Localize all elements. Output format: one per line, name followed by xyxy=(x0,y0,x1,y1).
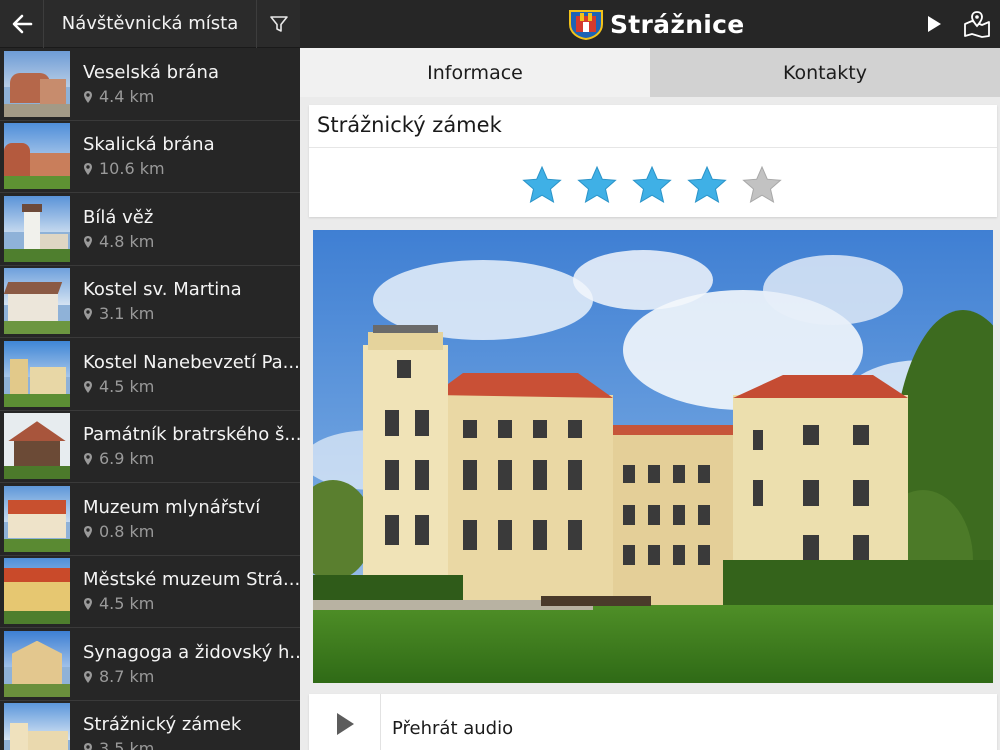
place-distance: 0.8 km xyxy=(99,521,155,541)
filter-button[interactable] xyxy=(256,0,300,48)
place-name: Památník bratrského š... xyxy=(83,424,300,446)
back-button[interactable] xyxy=(0,0,44,48)
coat-of-arms-icon xyxy=(569,10,603,40)
app-title: Strážnice xyxy=(610,9,745,39)
list-item[interactable]: Veselská brána 4.4 km xyxy=(0,48,300,121)
list-item[interactable]: Bílá věž 4.8 km xyxy=(0,193,300,266)
location-pin-icon xyxy=(84,743,92,750)
title-card: Strážnický zámek xyxy=(309,105,997,217)
tab-informace[interactable]: Informace xyxy=(300,48,650,97)
place-distance: 4.5 km xyxy=(99,376,155,396)
app-logo: Strážnice xyxy=(568,8,745,40)
location-pin-icon xyxy=(84,235,92,248)
star-filled-icon xyxy=(687,165,727,204)
place-thumbnail xyxy=(4,50,70,117)
location-pin-icon xyxy=(84,163,92,176)
place-name: Bílá věž xyxy=(83,206,154,228)
place-distance: 3.1 km xyxy=(99,304,155,324)
header-play-button[interactable] xyxy=(920,10,948,38)
place-distance: 4.5 km xyxy=(99,594,155,614)
map-marker-icon xyxy=(964,11,990,38)
detail-content: Strážnický zámek Přehrát audio xyxy=(300,97,1000,750)
place-distance: 4.8 km xyxy=(99,231,155,251)
detail-tabs: Informace Kontakty xyxy=(300,48,1000,97)
list-item[interactable]: Kostel sv. Martina 3.1 km xyxy=(0,266,300,338)
audio-play-button[interactable] xyxy=(309,694,381,750)
place-distance: 8.7 km xyxy=(99,666,155,686)
place-name: Synagoga a židovský h... xyxy=(83,641,300,663)
star-filled-icon xyxy=(632,165,672,204)
app-header: Strážnice xyxy=(300,0,1000,48)
location-pin-icon xyxy=(84,453,92,466)
list-item[interactable]: Muzeum mlynářství 0.8 km xyxy=(0,483,300,556)
rating-stars xyxy=(521,165,796,205)
place-thumbnail xyxy=(4,703,70,750)
place-name: Strážnický zámek xyxy=(83,714,242,736)
app: Návštěvnická místa Veselská brána 4.4 km xyxy=(0,0,1000,750)
star-filled-icon xyxy=(522,165,562,204)
place-distance: 6.9 km xyxy=(99,449,155,469)
audio-card[interactable]: Přehrát audio xyxy=(309,694,997,750)
place-thumbnail xyxy=(4,340,70,407)
castle-photo-illustration xyxy=(313,230,993,683)
list-item[interactable]: Strážnický zámek 3.5 km xyxy=(0,701,300,750)
place-name: Kostel sv. Martina xyxy=(83,279,242,301)
play-icon xyxy=(336,713,354,735)
arrow-left-icon xyxy=(12,14,32,33)
location-pin-icon xyxy=(84,598,92,611)
place-thumbnail xyxy=(4,485,70,552)
location-pin-icon xyxy=(84,308,92,321)
list-item[interactable]: Synagoga a židovský h... 8.7 km xyxy=(0,628,300,701)
sidebar-header: Návštěvnická místa xyxy=(0,0,300,48)
place-thumbnail xyxy=(4,123,70,190)
list-item[interactable]: Kostel Nanebevzetí Pa... 4.5 km xyxy=(0,338,300,411)
place-thumbnail xyxy=(4,268,70,335)
location-pin-icon xyxy=(84,525,92,538)
sidebar: Návštěvnická místa Veselská brána 4.4 km xyxy=(0,0,300,750)
play-icon xyxy=(928,16,941,32)
place-thumbnail xyxy=(4,195,70,262)
place-name: Veselská brána xyxy=(83,61,219,83)
places-list: Veselská brána 4.4 km Skalická brána 10.… xyxy=(0,48,300,750)
place-distance: 10.6 km xyxy=(99,159,165,179)
filter-icon xyxy=(269,15,288,32)
list-item[interactable]: Městské muzeum Strá... 4.5 km xyxy=(0,556,300,628)
place-name: Městské muzeum Strá... xyxy=(83,569,300,591)
place-thumbnail xyxy=(4,630,70,697)
place-distance: 4.4 km xyxy=(99,86,155,106)
place-thumbnail xyxy=(4,558,70,625)
place-thumbnail xyxy=(4,413,70,480)
list-item[interactable]: Památník bratrského š... 6.9 km xyxy=(0,411,300,483)
star-filled-icon xyxy=(577,165,617,204)
place-name: Muzeum mlynářství xyxy=(83,496,261,518)
divider xyxy=(309,147,997,148)
tab-kontakty[interactable]: Kontakty xyxy=(650,48,1000,97)
location-pin-icon xyxy=(84,670,92,683)
page-title: Strážnický zámek xyxy=(317,113,502,137)
location-pin-icon xyxy=(84,90,92,103)
place-distance: 3.5 km xyxy=(99,739,155,750)
place-name: Skalická brána xyxy=(83,134,215,156)
list-item[interactable]: Skalická brána 10.6 km xyxy=(0,121,300,193)
place-name: Kostel Nanebevzetí Pa... xyxy=(83,351,300,373)
place-photo xyxy=(313,230,993,683)
location-pin-icon xyxy=(84,380,92,393)
sidebar-title: Návštěvnická místa xyxy=(61,13,239,34)
map-button[interactable] xyxy=(960,8,994,40)
star-empty-icon xyxy=(742,165,782,204)
audio-label: Přehrát audio xyxy=(392,718,514,739)
